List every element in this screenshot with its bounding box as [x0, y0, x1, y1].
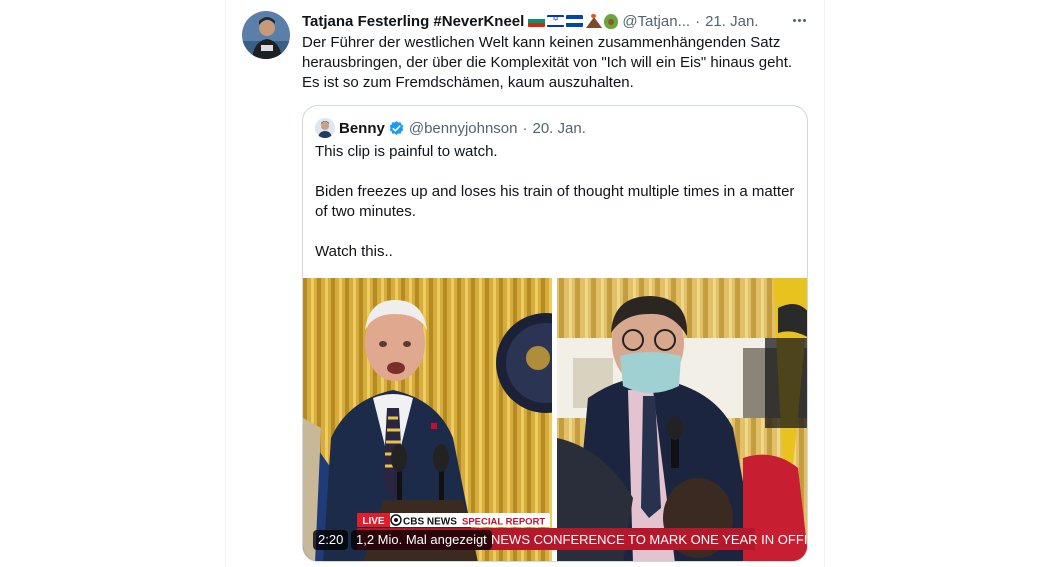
quoted-tweet[interactable]: Benny @bennyjohnson · 20. Jan. This clip…: [302, 105, 808, 562]
bulgaria-flag-icon: [528, 15, 546, 27]
verified-badge-icon: [389, 120, 404, 135]
volcano-icon: [585, 14, 603, 28]
quoted-display-name: Benny: [339, 119, 385, 137]
video-player[interactable]: LIVE CBS NEWS SPECIAL REPORT NEWS CONFER…: [303, 278, 808, 561]
network-label: CBS NEWS: [403, 517, 457, 528]
el-salvador-flag-icon: [566, 15, 584, 27]
view-count: 1,2 Mio. Mal angezeigt: [351, 530, 492, 550]
quoted-tweet-text: This clip is painful to watch. Biden fre…: [315, 142, 799, 262]
display-name[interactable]: Tatjana Festerling #NeverKneel: [302, 13, 524, 30]
live-label: LIVE: [362, 516, 385, 527]
quoted-user-avatar: [315, 118, 335, 138]
tweet-text-line: herausbringen, der über die Komplexität …: [302, 54, 793, 71]
more-options-icon[interactable]: [788, 9, 810, 31]
quoted-paragraph: Watch this..: [315, 243, 393, 260]
quoted-header-separator: ·: [522, 119, 528, 137]
quoted-paragraph: Biden freezes up and loses his train of …: [315, 183, 795, 220]
tweet[interactable]: Tatjana Festerling #NeverKneel @Tatjan..…: [242, 0, 812, 567]
news-ticker: NEWS CONFERENCE TO MARK ONE YEAR IN OFFI…: [491, 532, 808, 547]
tweet-date[interactable]: 21. Jan.: [705, 13, 758, 30]
tweet-text-line: Der Führer der westlichen Welt kann kein…: [302, 34, 781, 51]
tweet-header: Tatjana Festerling #NeverKneel @Tatjan..…: [302, 11, 812, 31]
timeline-right-border: [824, 0, 825, 567]
tweet-text-line: Es ist so zum Fremdschämen, kaum auszuha…: [302, 74, 634, 91]
quoted-tweet-header: Benny @bennyjohnson · 20. Jan.: [315, 118, 586, 138]
special-report-label: SPECIAL REPORT: [462, 517, 545, 528]
name-emojis: [528, 13, 619, 29]
user-handle[interactable]: @Tatjan...: [622, 13, 690, 30]
quoted-handle: @bennyjohnson: [408, 119, 518, 137]
tweet-text: Der Führer der westlichen Welt kann kein…: [302, 33, 807, 93]
quoted-paragraph: This clip is painful to watch.: [315, 143, 498, 160]
israel-flag-icon: [547, 14, 565, 27]
timeline-left-border: [225, 0, 226, 567]
user-avatar[interactable]: [242, 11, 290, 59]
avocado-icon: [604, 13, 619, 29]
header-separator: ·: [695, 12, 701, 30]
quoted-date: 20. Jan.: [532, 119, 586, 137]
video-timer: 2:20: [313, 530, 349, 550]
